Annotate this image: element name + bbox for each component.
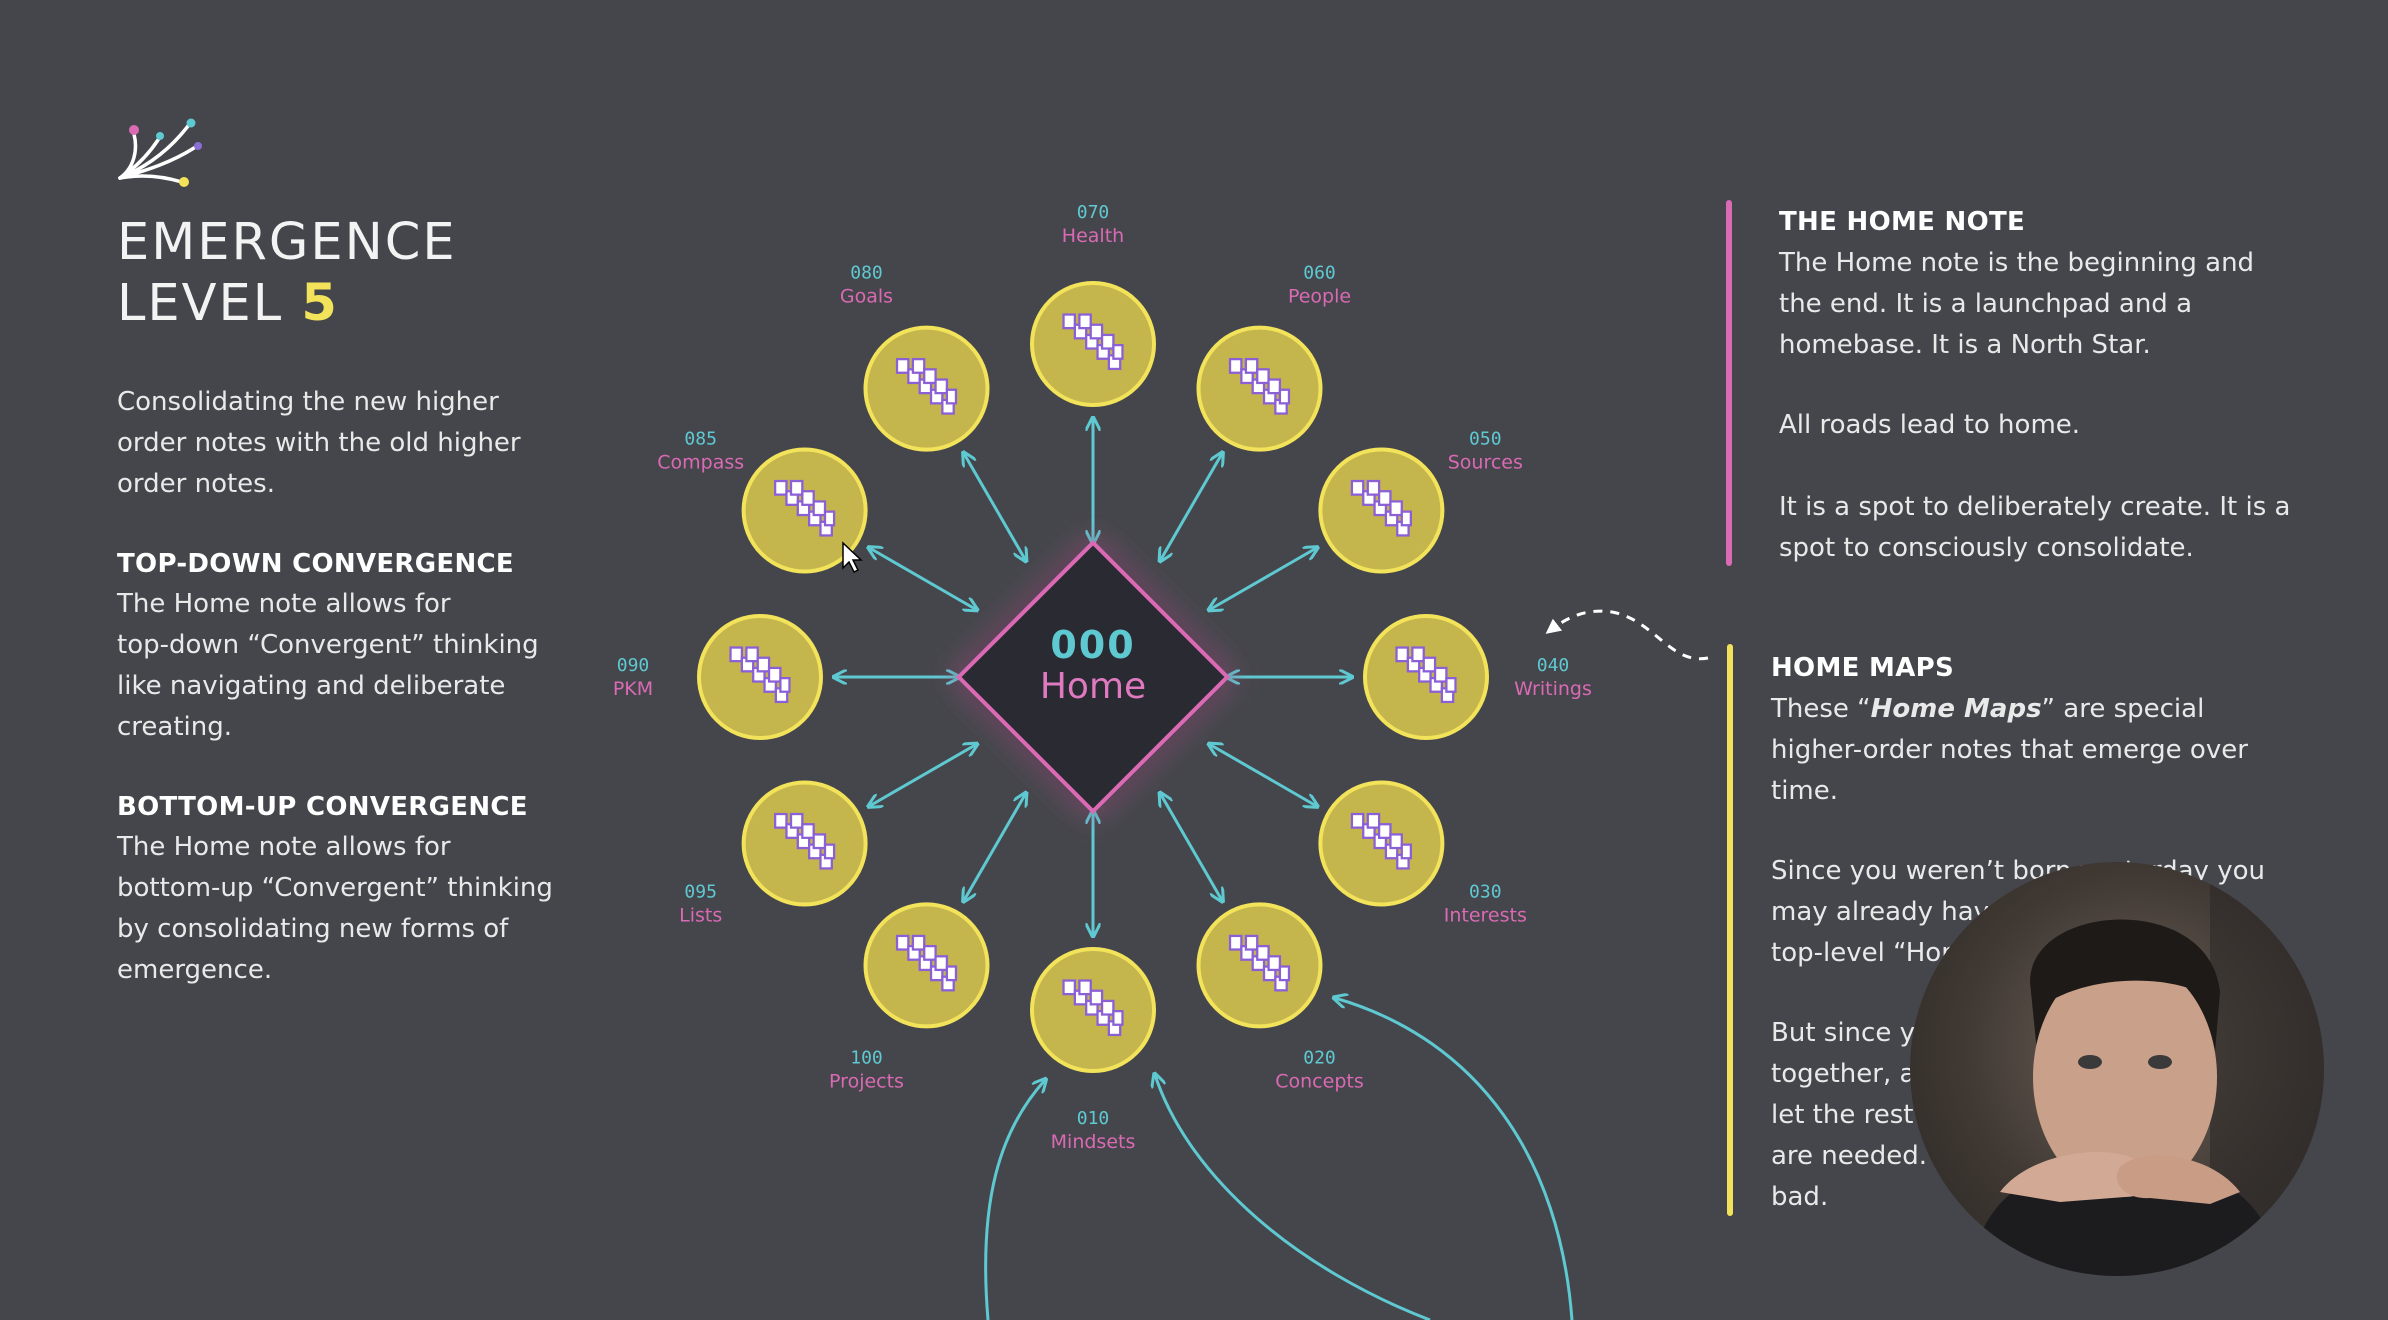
arrow-projects (964, 794, 1026, 901)
node-projects[interactable]: 100Projects (829, 902, 990, 1092)
node-code: 080 (850, 263, 883, 284)
home-note-paragraph-2: All roads lead to home. (1779, 410, 2081, 440)
node-label: People (1288, 286, 1351, 308)
arrow-interests (1210, 745, 1317, 807)
node-label: Goals (840, 286, 893, 308)
node-label: Mindsets (1051, 1131, 1136, 1153)
home-maps-heading: HOME MAPS (1771, 653, 1955, 683)
node-compass[interactable]: 085Compass (657, 429, 868, 574)
node-code: 095 (684, 882, 717, 903)
home-node[interactable]: 000 Home (955, 539, 1231, 815)
arrow-sources (1210, 548, 1317, 610)
home-note-paragraph-1: The Home note is the beginning and the e… (1779, 248, 2255, 360)
incoming-curve-middle (1155, 1075, 1431, 1320)
home-note-heading: THE HOME NOTE (1779, 207, 2026, 237)
node-code: 050 (1469, 429, 1502, 450)
node-code: 040 (1537, 655, 1570, 676)
node-code: 020 (1303, 1047, 1336, 1068)
node-pkm[interactable]: 090PKM (613, 614, 823, 740)
slide: EMERGENCE LEVEL 5 Consolidating the new … (0, 0, 2388, 1320)
node-people[interactable]: 060People (1196, 263, 1352, 452)
node-mindsets[interactable]: 010Mindsets (1030, 947, 1156, 1153)
incoming-curve-right (1335, 998, 1574, 1320)
presenter-silhouette (1970, 862, 2324, 1276)
node-label: Health (1062, 225, 1124, 247)
node-writings[interactable]: 040Writings (1363, 614, 1592, 740)
node-code: 085 (684, 429, 717, 450)
node-code: 100 (850, 1047, 883, 1068)
arrow-goals (964, 454, 1026, 561)
home-maps-accent-bar (1727, 644, 1733, 1216)
presenter-webcam (1910, 862, 2324, 1276)
node-label: Interests (1444, 905, 1527, 927)
node-label: Writings (1514, 678, 1592, 700)
arrow-compass (870, 548, 977, 610)
node-health[interactable]: 070Health (1030, 202, 1156, 407)
node-interests[interactable]: 030Interests (1318, 780, 1527, 927)
home-note-accent-bar (1726, 200, 1732, 566)
dashed-pointer-arrow (1545, 609, 1709, 661)
home-node-code: 000 (1050, 623, 1135, 667)
home-node-label: Home (1040, 666, 1146, 707)
home-note-paragraph-3: It is a spot to deliberately create. It … (1779, 492, 2291, 563)
node-label: Sources (1448, 452, 1523, 474)
node-lists[interactable]: 095Lists (679, 780, 868, 927)
arrow-people (1161, 454, 1223, 561)
node-label: Lists (679, 905, 722, 927)
home-maps-paragraph-1: These “Home Maps” are special higher-ord… (1771, 694, 2248, 806)
node-code: 090 (617, 655, 650, 676)
arrow-concepts (1161, 794, 1223, 901)
node-label: Concepts (1275, 1070, 1363, 1092)
node-code: 010 (1077, 1108, 1110, 1129)
node-code: 030 (1469, 882, 1502, 903)
incoming-curve-left (984, 1080, 1045, 1320)
node-label: Compass (657, 452, 744, 474)
node-code: 070 (1077, 202, 1110, 223)
node-label: Projects (829, 1070, 904, 1092)
node-goals[interactable]: 080Goals (840, 263, 990, 452)
node-code: 060 (1303, 263, 1336, 284)
node-label: PKM (613, 678, 653, 700)
node-sources[interactable]: 050Sources (1318, 429, 1523, 574)
arrow-lists (870, 745, 977, 807)
